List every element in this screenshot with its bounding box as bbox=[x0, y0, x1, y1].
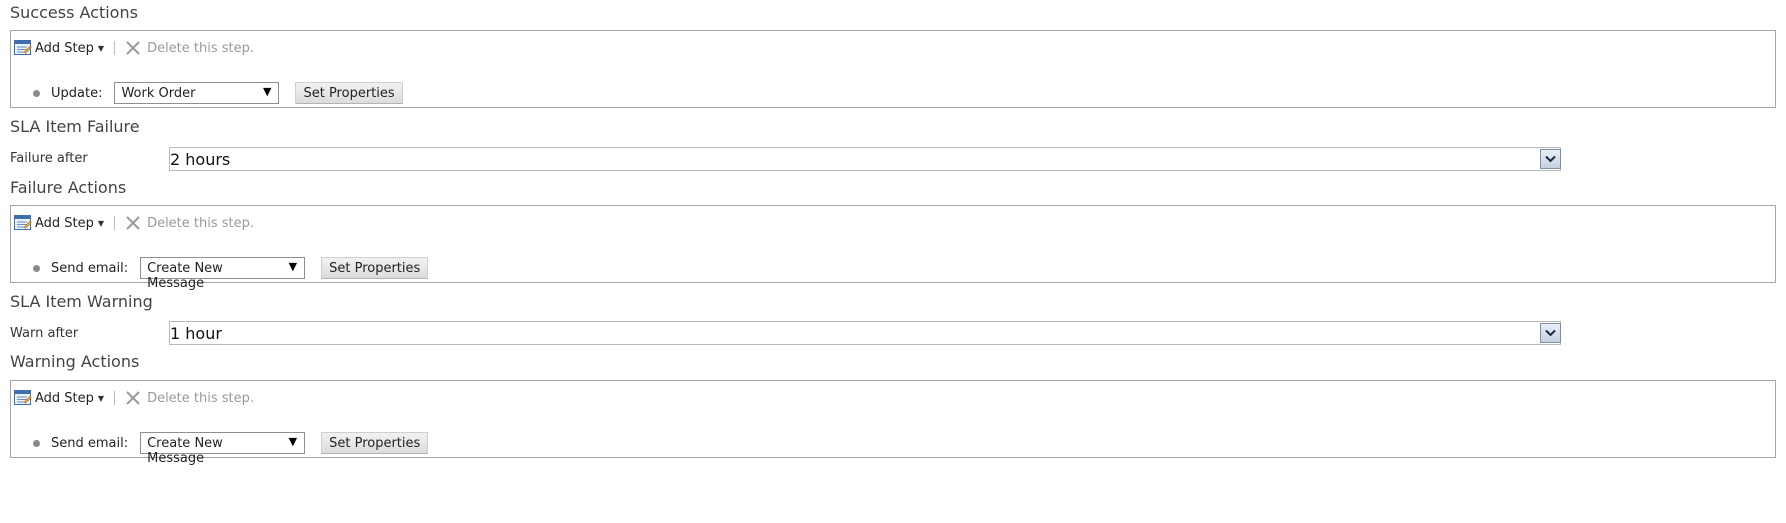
toolbar-separator bbox=[114, 41, 116, 55]
warning-delete-step-button[interactable]: Delete this step. bbox=[125, 390, 254, 406]
warning-step-row: Send email: Create New Message ▼ Set Pro… bbox=[33, 432, 429, 466]
select-value: Create New Message bbox=[147, 436, 223, 466]
delete-x-icon bbox=[125, 390, 141, 406]
add-step-icon bbox=[14, 390, 32, 406]
success-step-row: Update: Work Order ▼ Set Properties bbox=[33, 82, 403, 104]
sla-item-warning-title: SLA Item Warning bbox=[10, 292, 153, 311]
select-arrow-icon: ▼ bbox=[263, 85, 272, 98]
delete-step-label: Delete this step. bbox=[147, 40, 255, 56]
success-actions-box: Add Step ▼ Delete this step. Update: Wor… bbox=[10, 30, 1776, 108]
failure-message-select[interactable]: Create New Message ▼ bbox=[140, 257, 306, 291]
failure-after-label: Failure after bbox=[10, 151, 88, 166]
delete-x-icon bbox=[125, 215, 141, 231]
warn-after-dropdown-button[interactable] bbox=[1540, 323, 1561, 343]
failure-actions-box: Add Step ▼ Delete this step. Send email:… bbox=[10, 205, 1776, 291]
failure-after-value: 2 hours bbox=[170, 150, 231, 169]
select-value: Create New Message bbox=[147, 261, 223, 291]
success-add-step-button[interactable]: Add Step ▼ bbox=[14, 40, 104, 56]
failure-actions-title: Failure Actions bbox=[10, 178, 127, 197]
failure-toolbar: Add Step ▼ Delete this step. bbox=[14, 213, 254, 233]
caret-down-icon: ▼ bbox=[97, 393, 105, 403]
step-bullet bbox=[33, 264, 40, 272]
failure-after-field[interactable]: 2 hours bbox=[169, 147, 1561, 171]
warning-add-step-button[interactable]: Add Step ▼ bbox=[14, 390, 104, 406]
failure-after-dropdown-button[interactable] bbox=[1540, 149, 1561, 169]
select-value: Work Order bbox=[121, 86, 196, 101]
success-delete-step-button[interactable]: Delete this step. bbox=[125, 40, 254, 56]
warning-message-select[interactable]: Create New Message ▼ bbox=[140, 432, 306, 466]
delete-step-label: Delete this step. bbox=[147, 215, 255, 231]
select-arrow-icon: ▼ bbox=[288, 260, 298, 273]
warn-after-field[interactable]: 1 hour bbox=[169, 321, 1561, 345]
warning-actions-box: Add Step ▼ Delete this step. Send email:… bbox=[10, 380, 1776, 466]
add-step-icon bbox=[14, 40, 32, 56]
sla-item-failure-title: SLA Item Failure bbox=[10, 117, 140, 136]
add-step-icon bbox=[14, 215, 32, 231]
success-set-properties-button[interactable]: Set Properties bbox=[295, 82, 403, 104]
add-step-label: Add Step bbox=[35, 40, 94, 56]
failure-set-properties-button[interactable]: Set Properties bbox=[321, 257, 429, 279]
failure-delete-step-button[interactable]: Delete this step. bbox=[125, 215, 254, 231]
delete-step-label: Delete this step. bbox=[147, 390, 255, 406]
delete-x-icon bbox=[125, 40, 141, 56]
warning-set-properties-button[interactable]: Set Properties bbox=[321, 432, 429, 454]
warning-toolbar: Add Step ▼ Delete this step. bbox=[14, 388, 254, 408]
caret-down-icon: ▼ bbox=[97, 43, 105, 53]
success-entity-select[interactable]: Work Order ▼ bbox=[114, 82, 280, 104]
success-actions-title: Success Actions bbox=[10, 3, 138, 22]
step-action-label: Send email: bbox=[51, 435, 129, 451]
step-bullet bbox=[33, 89, 40, 97]
step-bullet bbox=[33, 439, 40, 447]
step-action-label: Send email: bbox=[51, 260, 129, 276]
failure-add-step-button[interactable]: Add Step ▼ bbox=[14, 215, 104, 231]
toolbar-separator bbox=[114, 216, 116, 230]
warn-after-label: Warn after bbox=[10, 326, 79, 341]
step-action-label: Update: bbox=[51, 85, 103, 101]
failure-step-row: Send email: Create New Message ▼ Set Pro… bbox=[33, 257, 429, 291]
chevron-down-icon bbox=[1545, 329, 1556, 337]
warning-actions-title: Warning Actions bbox=[10, 352, 140, 371]
success-toolbar: Add Step ▼ Delete this step. bbox=[14, 38, 254, 58]
add-step-label: Add Step bbox=[35, 215, 94, 231]
caret-down-icon: ▼ bbox=[97, 218, 105, 228]
chevron-down-icon bbox=[1545, 155, 1556, 163]
add-step-label: Add Step bbox=[35, 390, 94, 406]
warn-after-value: 1 hour bbox=[170, 324, 222, 343]
select-arrow-icon: ▼ bbox=[288, 435, 298, 448]
sla-item-form: Success Actions Add Step ▼ Delete this s… bbox=[0, 0, 1786, 523]
toolbar-separator bbox=[114, 391, 116, 405]
